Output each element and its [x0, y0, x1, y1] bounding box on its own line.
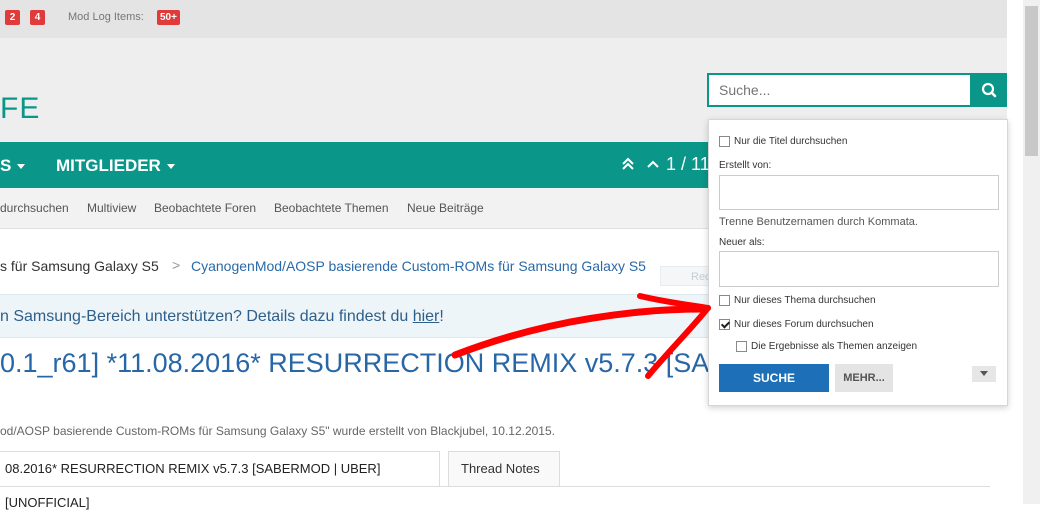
message-badge[interactable]: 4 — [30, 10, 45, 25]
titles-only-option[interactable]: Nur die Titel durchsuchen — [719, 136, 847, 147]
subnav-watched-forums[interactable]: Beobachtete Foren — [154, 201, 256, 215]
thread-title: 0.1_r61] *11.08.2016* RESURRECTION REMIX… — [0, 348, 765, 378]
site-logo[interactable]: FE — [0, 92, 40, 126]
this-forum-checkbox[interactable] — [719, 319, 730, 330]
thread-pager[interactable]: 1 / 11 — [620, 154, 710, 175]
search-icon — [981, 82, 997, 98]
this-forum-option[interactable]: Nur dieses Forum durchsuchen — [719, 319, 874, 330]
titles-only-checkbox[interactable] — [719, 136, 730, 147]
pager-text: 1 / 11 — [666, 154, 710, 174]
chevron-down-icon — [17, 164, 26, 170]
search-submit-button[interactable]: SUCHE — [719, 364, 829, 392]
chevron-down-icon — [166, 164, 175, 170]
top-bar: 2 4 Mod Log Items: 50+ — [0, 0, 1007, 38]
alert-badge[interactable]: 2 — [5, 10, 20, 25]
subnav-new-posts[interactable]: Neue Beiträge — [407, 201, 484, 215]
as-threads-option[interactable]: Die Ergebnisse als Themen anzeigen — [736, 341, 917, 352]
created-by-hint: Trenne Benutzernamen durch Kommata. — [719, 216, 918, 228]
double-chevron-up-icon — [622, 157, 634, 170]
subnav-multiview[interactable]: Multiview — [87, 201, 136, 215]
newer-than-input[interactable] — [719, 251, 999, 287]
chevron-down-icon — [980, 371, 988, 376]
dropdown-toggle-button[interactable] — [972, 366, 996, 382]
as-threads-checkbox[interactable] — [736, 341, 747, 352]
more-options-button[interactable]: MEHR... — [835, 364, 893, 392]
tab-divider — [0, 486, 990, 487]
modlog-badge[interactable]: 50+ — [157, 10, 180, 25]
modlog-label: Mod Log Items: — [68, 11, 144, 23]
breadcrumb-item[interactable]: s für Samsung Galaxy S5 — [0, 258, 159, 274]
subnav-watched-threads[interactable]: Beobachtete Themen — [274, 201, 389, 215]
search-button[interactable] — [971, 73, 1007, 107]
scrollbar-thumb[interactable] — [1025, 6, 1038, 156]
search-dropdown: Nur die Titel durchsuchen Erstellt von: … — [708, 119, 1008, 406]
notice-text: n Samsung-Bereich unterstützen? Details … — [0, 308, 444, 325]
thread-meta: od/AOSP basierende Custom-ROMs für Samsu… — [0, 424, 555, 438]
tab-thread[interactable]: 08.2016* RESURRECTION REMIX v5.7.3 [SABE… — [0, 451, 440, 510]
notice-link[interactable]: hier — [413, 308, 440, 325]
nav-item-members[interactable]: MITGLIEDER — [56, 156, 175, 176]
created-by-input[interactable] — [719, 175, 999, 210]
created-by-label: Erstellt von: — [719, 160, 772, 171]
chevron-up-icon — [647, 160, 659, 168]
newer-than-label: Neuer als: — [719, 237, 765, 248]
breadcrumb-item[interactable]: CyanogenMod/AOSP basierende Custom-ROMs … — [191, 258, 646, 274]
subnav-search[interactable]: durchsuchen — [0, 201, 69, 215]
this-thread-option[interactable]: Nur dieses Thema durchsuchen — [719, 295, 876, 306]
breadcrumb-separator: > — [172, 257, 181, 273]
nav-item-partial[interactable]: S — [0, 156, 26, 176]
search-input[interactable] — [707, 73, 972, 107]
tab-thread-notes[interactable]: Thread Notes — [448, 451, 560, 487]
this-thread-checkbox[interactable] — [719, 295, 730, 306]
